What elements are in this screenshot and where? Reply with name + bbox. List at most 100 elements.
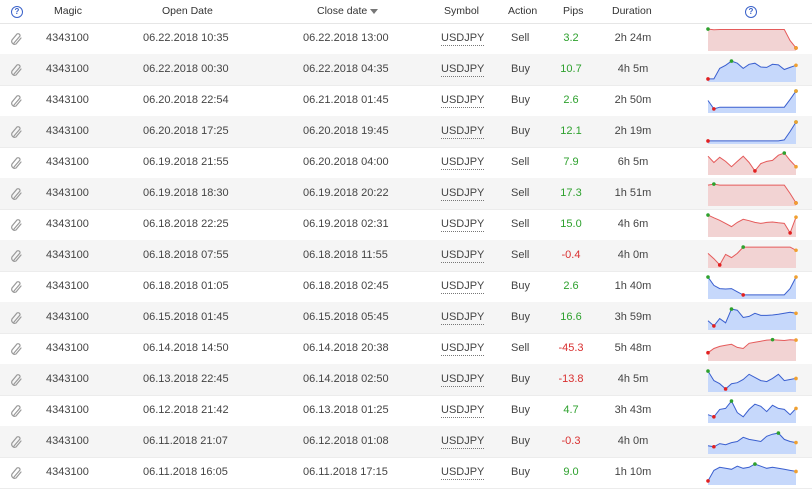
symbol-link[interactable]: USDJPY bbox=[441, 280, 485, 294]
paperclip-icon[interactable] bbox=[10, 32, 24, 46]
paperclip-icon[interactable] bbox=[10, 342, 24, 356]
symbol-link[interactable]: USDJPY bbox=[441, 32, 485, 46]
sparkline-area bbox=[708, 277, 796, 299]
symbol-link[interactable]: USDJPY bbox=[441, 404, 485, 418]
table-row[interactable]: 4343100 06.20.2018 17:25 06.20.2018 19:45 U… bbox=[0, 116, 812, 148]
symbol-cell[interactable]: USDJPY bbox=[441, 426, 485, 457]
price-sparkline[interactable] bbox=[706, 460, 798, 485]
table-row[interactable]: 4343100 06.14.2018 14:50 06.14.2018 20:38 U… bbox=[0, 333, 812, 365]
pips-cell: 7.9 bbox=[546, 147, 596, 178]
symbol-cell[interactable]: USDJPY bbox=[441, 85, 485, 116]
symbol-link[interactable]: USDJPY bbox=[441, 63, 485, 77]
column-header-symbol[interactable]: Symbol bbox=[444, 0, 479, 23]
symbol-link[interactable]: USDJPY bbox=[441, 373, 485, 387]
symbol-cell[interactable]: USDJPY bbox=[441, 240, 485, 271]
symbol-link[interactable]: USDJPY bbox=[441, 125, 485, 139]
help-icon[interactable]: ? bbox=[11, 6, 23, 18]
paperclip-icon[interactable] bbox=[10, 156, 24, 170]
price-sparkline[interactable] bbox=[706, 88, 798, 113]
symbol-cell[interactable]: USDJPY bbox=[441, 333, 485, 364]
price-sparkline[interactable] bbox=[706, 150, 798, 175]
table-row[interactable]: 4343100 06.18.2018 01:05 06.18.2018 02:45 U… bbox=[0, 271, 812, 303]
price-sparkline[interactable] bbox=[706, 305, 798, 330]
table-row[interactable]: 4343100 06.19.2018 18:30 06.19.2018 20:22 U… bbox=[0, 178, 812, 210]
symbol-cell[interactable]: USDJPY bbox=[441, 147, 485, 178]
price-sparkline[interactable] bbox=[706, 243, 798, 268]
action-cell: Sell bbox=[511, 32, 530, 44]
price-sparkline[interactable] bbox=[706, 336, 798, 361]
column-header-open-date[interactable]: Open Date bbox=[162, 0, 213, 23]
symbol-cell[interactable]: USDJPY bbox=[441, 116, 485, 147]
price-sparkline[interactable] bbox=[706, 26, 798, 51]
symbol-cell[interactable]: USDJPY bbox=[441, 23, 485, 54]
symbol-link[interactable]: USDJPY bbox=[441, 311, 485, 325]
symbol-link[interactable]: USDJPY bbox=[441, 466, 485, 480]
table-row[interactable]: 4343100 06.11.2018 21:07 06.12.2018 01:08 U… bbox=[0, 426, 812, 458]
price-sparkline[interactable] bbox=[706, 212, 798, 237]
symbol-link[interactable]: USDJPY bbox=[441, 156, 485, 170]
paperclip-icon[interactable] bbox=[10, 435, 24, 449]
symbol-link[interactable]: USDJPY bbox=[441, 249, 485, 263]
price-sparkline[interactable] bbox=[706, 367, 798, 392]
paperclip-icon[interactable] bbox=[10, 404, 24, 418]
symbol-cell[interactable]: USDJPY bbox=[441, 302, 485, 333]
table-row[interactable]: 4343100 06.20.2018 22:54 06.21.2018 01:45 U… bbox=[0, 85, 812, 117]
paperclip-icon[interactable] bbox=[10, 63, 24, 77]
price-sparkline[interactable] bbox=[706, 119, 798, 144]
paperclip-icon[interactable] bbox=[10, 311, 24, 325]
column-header-magic[interactable]: Magic bbox=[54, 0, 82, 23]
symbol-link[interactable]: USDJPY bbox=[441, 342, 485, 356]
symbol-cell[interactable]: USDJPY bbox=[441, 457, 485, 488]
action-cell: Buy bbox=[511, 404, 530, 416]
column-header-duration[interactable]: Duration bbox=[612, 0, 652, 23]
paperclip-icon[interactable] bbox=[10, 249, 24, 263]
magic-cell: 4343100 bbox=[46, 187, 89, 199]
symbol-cell[interactable]: USDJPY bbox=[441, 395, 485, 426]
price-sparkline[interactable] bbox=[706, 274, 798, 299]
symbol-cell[interactable]: USDJPY bbox=[441, 209, 485, 240]
table-row[interactable]: 4343100 06.11.2018 16:05 06.11.2018 17:15 U… bbox=[0, 457, 812, 489]
symbol-cell[interactable]: USDJPY bbox=[441, 364, 485, 395]
symbol-cell[interactable]: USDJPY bbox=[441, 54, 485, 85]
sparkline-area bbox=[708, 215, 796, 237]
paperclip-icon[interactable] bbox=[10, 187, 24, 201]
sparkline-end-marker bbox=[794, 376, 798, 381]
symbol-link[interactable]: USDJPY bbox=[441, 94, 485, 108]
column-header-close-date[interactable]: Close date bbox=[317, 0, 379, 23]
paperclip-icon[interactable] bbox=[10, 218, 24, 232]
pips-value: -0.4 bbox=[561, 249, 581, 261]
price-sparkline[interactable] bbox=[706, 429, 798, 454]
close-date-cell: 06.21.2018 01:45 bbox=[303, 94, 389, 106]
table-row[interactable]: 4343100 06.19.2018 21:55 06.20.2018 04:00 U… bbox=[0, 147, 812, 179]
symbol-link[interactable]: USDJPY bbox=[441, 435, 485, 449]
paperclip-icon[interactable] bbox=[10, 125, 24, 139]
symbol-cell[interactable]: USDJPY bbox=[441, 271, 485, 302]
table-row[interactable]: 4343100 06.22.2018 00:30 06.22.2018 04:35 U… bbox=[0, 54, 812, 86]
table-row[interactable]: 4343100 06.15.2018 01:45 06.15.2018 05:45 U… bbox=[0, 302, 812, 334]
sparkline-high-marker bbox=[706, 369, 710, 373]
price-sparkline[interactable] bbox=[706, 398, 798, 423]
paperclip-icon[interactable] bbox=[10, 466, 24, 480]
close-date-cell: 06.22.2018 04:35 bbox=[303, 63, 389, 75]
table-row[interactable]: 4343100 06.18.2018 07:55 06.18.2018 11:55 U… bbox=[0, 240, 812, 272]
chart-help-icon[interactable]: ? bbox=[745, 6, 757, 18]
table-row[interactable]: 4343100 06.22.2018 10:35 06.22.2018 13:00 U… bbox=[0, 23, 812, 55]
table-row[interactable]: 4343100 06.12.2018 21:42 06.13.2018 01:25 U… bbox=[0, 395, 812, 427]
price-sparkline[interactable] bbox=[706, 181, 798, 206]
price-sparkline[interactable] bbox=[706, 57, 798, 82]
column-header-action[interactable]: Action bbox=[508, 0, 537, 23]
sparkline-line bbox=[708, 121, 797, 142]
sparkline-low-marker bbox=[706, 350, 710, 355]
duration-cell: 1h 10m bbox=[614, 466, 652, 478]
column-header-pips[interactable]: Pips bbox=[563, 0, 583, 23]
paperclip-icon[interactable] bbox=[10, 280, 24, 294]
open-date-cell: 06.11.2018 21:07 bbox=[143, 435, 228, 447]
table-row[interactable]: 4343100 06.18.2018 22:25 06.19.2018 02:31 U… bbox=[0, 209, 812, 241]
symbol-cell[interactable]: USDJPY bbox=[441, 178, 485, 209]
paperclip-icon[interactable] bbox=[10, 373, 24, 387]
table-row[interactable]: 4343100 06.13.2018 22:45 06.14.2018 02:50 U… bbox=[0, 364, 812, 396]
sparkline-low-marker bbox=[723, 387, 728, 391]
paperclip-icon[interactable] bbox=[10, 94, 24, 108]
symbol-link[interactable]: USDJPY bbox=[441, 187, 485, 201]
symbol-link[interactable]: USDJPY bbox=[441, 218, 485, 232]
